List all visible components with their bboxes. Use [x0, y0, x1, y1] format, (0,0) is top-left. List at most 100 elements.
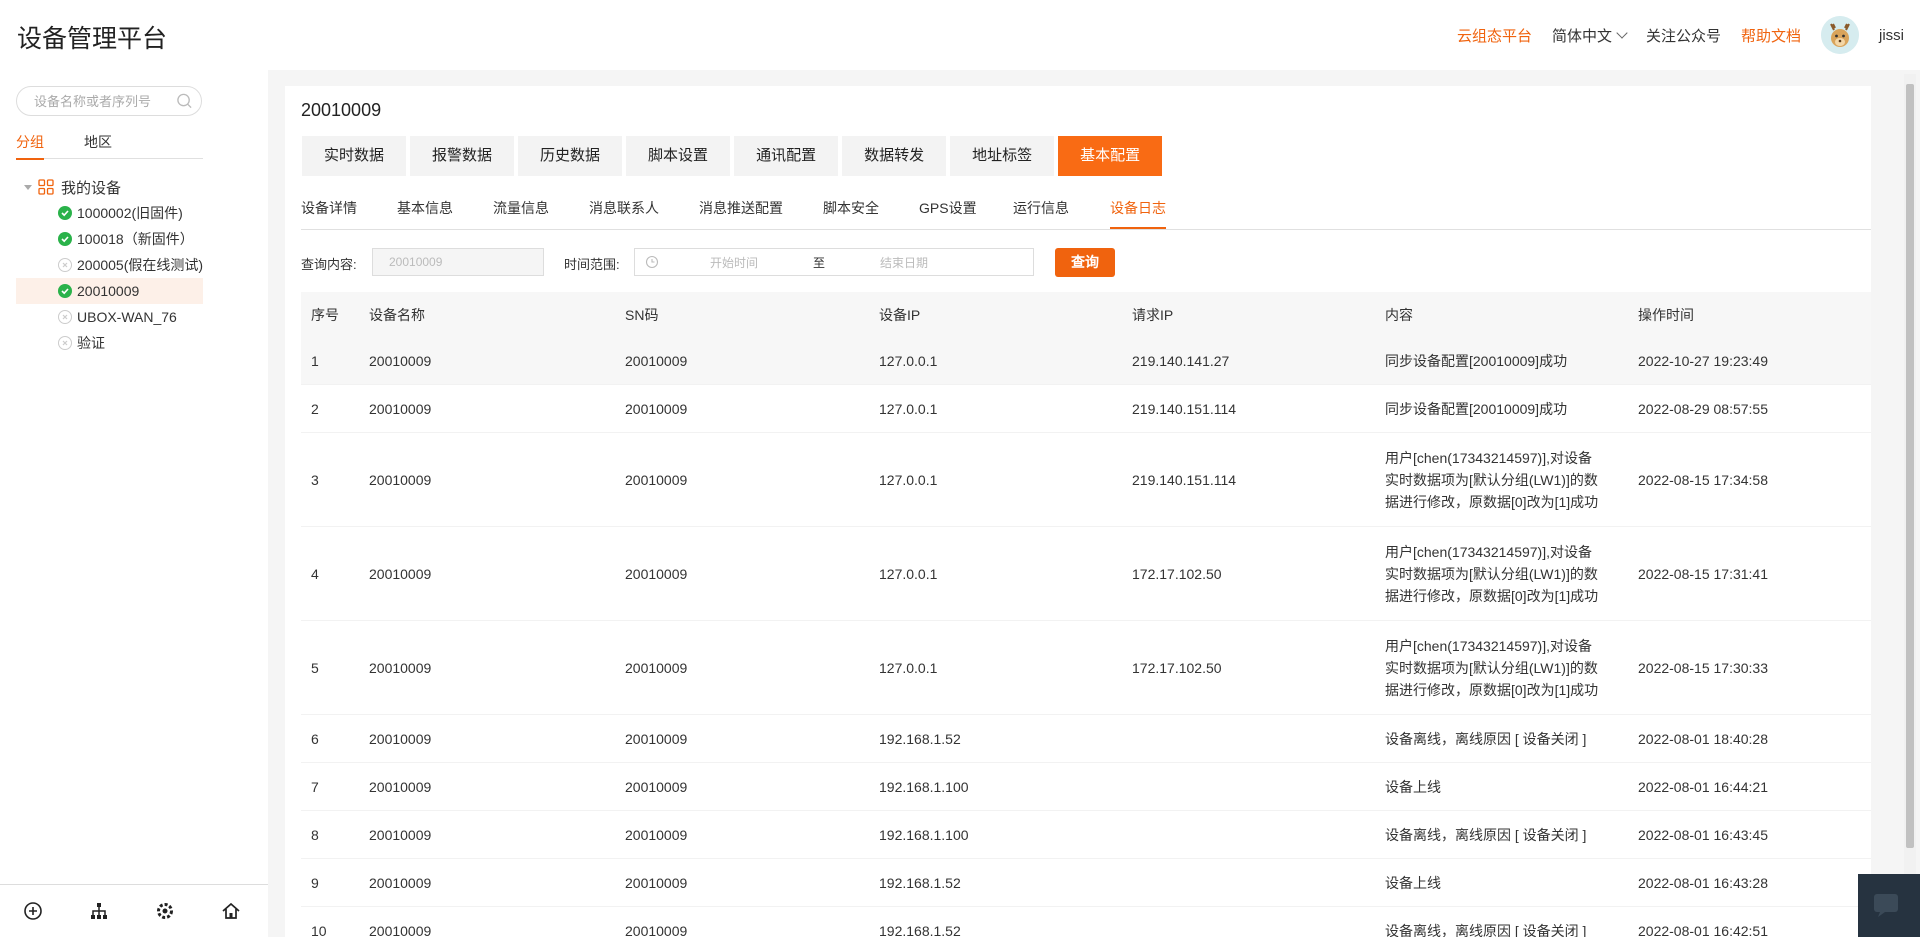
- subtab-traffic-info[interactable]: 流量信息: [493, 198, 549, 229]
- cell-device-name: 20010009: [369, 826, 432, 843]
- cell-sn: 20010009: [625, 874, 688, 891]
- cell-operation-time: 2022-08-01 16:43:45: [1638, 826, 1768, 843]
- caret-down-icon[interactable]: [24, 184, 32, 190]
- cell-operation-time: 2022-08-01 16:43:28: [1638, 874, 1768, 891]
- col-sn: SN码: [625, 306, 659, 323]
- date-range-picker[interactable]: 开始时间 至 结束日期: [634, 248, 1034, 276]
- chat-widget[interactable]: [1858, 874, 1920, 937]
- cell-sn: 20010009: [625, 922, 688, 937]
- subtab-device-details[interactable]: 设备详情: [301, 198, 357, 229]
- cell-sn: 20010009: [625, 659, 688, 676]
- settings-button[interactable]: [132, 901, 198, 921]
- cell-sn: 20010009: [625, 730, 688, 747]
- subtab-message-contacts[interactable]: 消息联系人: [589, 198, 659, 229]
- cell-operation-time: 2022-08-01 16:42:51: [1638, 922, 1768, 937]
- query-content-input[interactable]: 20010009: [372, 248, 544, 276]
- cell-operation-time: 2022-10-27 19:23:49: [1638, 352, 1768, 369]
- device-search-input[interactable]: [32, 92, 176, 110]
- cell-content: 用户[chen(17343214597)],对设备实时数据项为[默认分组(LW1…: [1385, 637, 1599, 698]
- device-item[interactable]: UBOX-WAN_76: [16, 304, 203, 330]
- help-docs-link[interactable]: 帮助文档: [1741, 25, 1801, 46]
- tab-history-data[interactable]: 历史数据: [518, 136, 623, 176]
- cell-operation-time: 2022-08-01 16:44:21: [1638, 778, 1768, 795]
- follow-account-link[interactable]: 关注公众号: [1646, 25, 1721, 46]
- subtab-push-config[interactable]: 消息推送配置: [699, 198, 783, 229]
- cell-index: 6: [311, 730, 319, 747]
- table-header: 序号 设备名称 SN码 设备IP 请求IP 内容 操作时间: [301, 292, 1871, 337]
- device-item[interactable]: 100018（新固件）: [16, 226, 203, 252]
- add-circle-icon: [24, 902, 42, 920]
- query-button[interactable]: 查询: [1055, 248, 1115, 277]
- top-header: 设备管理平台 云组态平台 简体中文 关注公众号 帮助文档 jissi: [0, 0, 1920, 70]
- home-button[interactable]: [198, 901, 264, 921]
- tab-basic-config[interactable]: 基本配置: [1058, 136, 1163, 176]
- cell-operation-time: 2022-08-29 08:57:55: [1638, 400, 1768, 417]
- query-bar: 查询内容: 20010009 时间范围: 开始时间 至 结束日期 查询: [301, 247, 1801, 277]
- device-title: 20010009: [301, 100, 382, 120]
- avatar[interactable]: [1821, 16, 1859, 54]
- start-time-input[interactable]: 开始时间: [659, 254, 809, 271]
- end-date-input[interactable]: 结束日期: [829, 254, 979, 271]
- cell-device-ip: 192.168.1.100: [879, 778, 969, 795]
- cell-device-name: 20010009: [369, 471, 432, 488]
- page-scrollbar[interactable]: [1904, 74, 1916, 937]
- cell-content: 设备离线，离线原因 [ 设备关闭 ]: [1385, 826, 1587, 843]
- cell-request-ip: 172.17.102.50: [1132, 659, 1222, 676]
- tab-comm-config[interactable]: 通讯配置: [734, 136, 839, 176]
- subtab-run-info[interactable]: 运行信息: [1013, 198, 1069, 229]
- cell-device-name: 20010009: [369, 400, 432, 417]
- tab-alarm-data[interactable]: 报警数据: [410, 136, 515, 176]
- cell-operation-time: 2022-08-15 17:34:58: [1638, 471, 1768, 488]
- tab-data-forward[interactable]: 数据转发: [842, 136, 947, 176]
- deer-avatar-icon: [1821, 16, 1859, 54]
- device-item[interactable]: 验证: [16, 330, 203, 356]
- col-operation-time: 操作时间: [1638, 306, 1694, 323]
- table-row: 3 20010009 20010009 127.0.0.1 219.140.151.11…: [301, 433, 1871, 527]
- cell-content: 设备离线，离线原因 [ 设备关闭 ]: [1385, 730, 1587, 747]
- cell-index: 4: [311, 565, 319, 582]
- scrollbar-thumb[interactable]: [1906, 84, 1914, 848]
- username[interactable]: jissi: [1879, 27, 1904, 44]
- device-item[interactable]: 200005(假在线测试): [16, 252, 203, 278]
- search-icon[interactable]: [176, 92, 193, 110]
- main-panel: 20010009 实时数据 报警数据 历史数据 脚本设置 通讯配置 数据转发 地…: [285, 86, 1871, 937]
- tab-region[interactable]: 地区: [84, 132, 112, 158]
- device-item-label: 验证: [77, 335, 105, 351]
- query-content-label: 查询内容:: [301, 257, 357, 272]
- chat-bubble-icon: [1874, 894, 1898, 917]
- org-tree-button[interactable]: [66, 901, 132, 921]
- subtab-script-security[interactable]: 脚本安全: [823, 198, 879, 229]
- cloud-scada-link[interactable]: 云组态平台: [1457, 25, 1532, 46]
- subtab-gps-settings[interactable]: GPS设置: [919, 198, 977, 229]
- clock-icon: [645, 255, 659, 269]
- table-row: 7 20010009 20010009 192.168.1.100 设备上线 2022-0…: [301, 763, 1871, 811]
- tab-script-settings[interactable]: 脚本设置: [626, 136, 731, 176]
- cell-device-name: 20010009: [369, 730, 432, 747]
- cell-device-name: 20010009: [369, 659, 432, 676]
- device-item-selected[interactable]: 20010009: [16, 278, 203, 304]
- cell-sn: 20010009: [625, 826, 688, 843]
- tab-realtime-data[interactable]: 实时数据: [302, 136, 407, 176]
- tree-root[interactable]: 我的设备: [16, 174, 203, 200]
- tab-group[interactable]: 分组: [16, 132, 44, 160]
- cell-index: 2: [311, 400, 319, 417]
- col-content: 内容: [1385, 306, 1413, 323]
- subtab-basic-info[interactable]: 基本信息: [397, 198, 453, 229]
- cell-content: 设备上线: [1385, 778, 1441, 795]
- time-range-label: 时间范围:: [564, 257, 620, 272]
- cell-content: 用户[chen(17343214597)],对设备实时数据项为[默认分组(LW1…: [1385, 449, 1599, 510]
- cell-device-name: 20010009: [369, 565, 432, 582]
- cell-device-name: 20010009: [369, 874, 432, 891]
- cell-index: 8: [311, 826, 319, 843]
- device-item[interactable]: 1000002(旧固件): [16, 200, 203, 226]
- subtab-device-log[interactable]: 设备日志: [1110, 198, 1166, 229]
- device-item-label: 20010009: [77, 283, 140, 299]
- table-row: 2 20010009 20010009 127.0.0.1 219.140.151.11…: [301, 385, 1871, 433]
- cell-operation-time: 2022-08-15 17:31:41: [1638, 565, 1768, 582]
- add-device-button[interactable]: [0, 901, 66, 921]
- table-row: 1 20010009 20010009 127.0.0.1 219.140.141.27…: [301, 337, 1871, 385]
- table-row: 4 20010009 20010009 127.0.0.1 172.17.102.50 用…: [301, 527, 1871, 621]
- app-title: 设备管理平台: [17, 25, 168, 53]
- language-select[interactable]: 简体中文: [1552, 25, 1628, 46]
- tab-address-tags[interactable]: 地址标签: [950, 136, 1055, 176]
